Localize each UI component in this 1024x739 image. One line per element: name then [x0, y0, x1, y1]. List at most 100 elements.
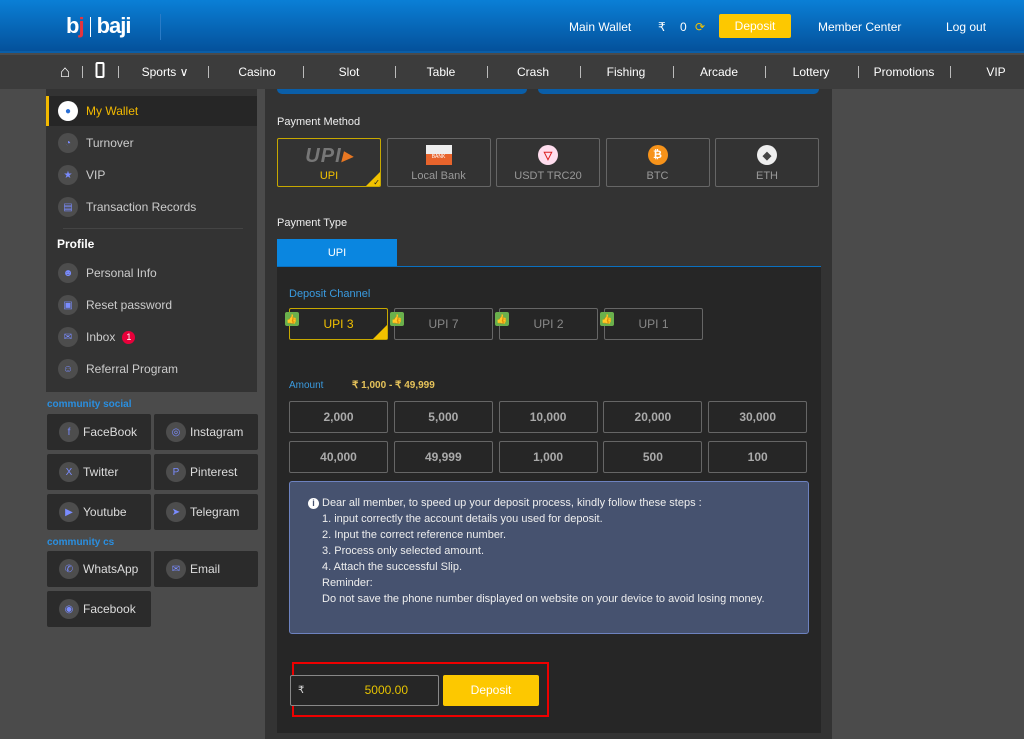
- payment-method-local-bank[interactable]: BANK Local Bank: [386, 138, 491, 187]
- sidebar-item-my-wallet[interactable]: ● My Wallet: [46, 96, 257, 126]
- nav-item-lottery[interactable]: Lottery: [793, 65, 830, 79]
- header-deposit-button[interactable]: Deposit: [719, 14, 791, 38]
- divider: [672, 66, 674, 78]
- mail-icon: ✉: [58, 327, 78, 347]
- sidebar-item-inbox[interactable]: ✉ Inbox 1: [46, 322, 257, 352]
- social-link-email[interactable]: ✉ Email: [154, 551, 258, 587]
- social-link-whatsapp[interactable]: ✆ WhatsApp: [47, 551, 151, 587]
- social-label: WhatsApp: [83, 562, 139, 576]
- sidebar-item-label: Turnover: [86, 136, 134, 150]
- social-link-twitter[interactable]: X Twitter: [47, 454, 151, 490]
- payment-method-usdt-trc20[interactable]: ▽ USDT TRC20: [496, 138, 600, 187]
- payment-method-label: ETH: [756, 170, 778, 182]
- amount-option[interactable]: 20,000: [603, 401, 703, 433]
- divider: [487, 66, 488, 78]
- amount-option[interactable]: 1,000: [498, 441, 598, 473]
- member-center-link[interactable]: Member Center: [818, 20, 901, 34]
- social-link-pinterest[interactable]: P Pinterest: [154, 454, 258, 490]
- social-link-youtube[interactable]: ▶ Youtube: [47, 494, 151, 530]
- nav-item-fishing[interactable]: Fishing: [607, 65, 646, 79]
- logout-link[interactable]: Log out: [946, 20, 986, 34]
- nav-item-slot[interactable]: Slot: [339, 65, 360, 79]
- nav-item-table[interactable]: Table: [427, 65, 456, 79]
- notice-line: Do not save the phone number displayed o…: [308, 591, 808, 607]
- user-icon: ☻: [58, 263, 78, 283]
- amount-option[interactable]: 2,000: [289, 401, 388, 433]
- social-link-telegram[interactable]: ➤ Telegram: [154, 494, 258, 530]
- channel-label: UPI 2: [533, 317, 564, 331]
- amount-option[interactable]: 10,000: [498, 401, 598, 433]
- amount-range: ₹ 1,000 - ₹ 49,999: [352, 380, 435, 391]
- ethereum-icon: ◆: [716, 143, 818, 167]
- notice-text: Do not save the phone number displayed o…: [322, 593, 765, 605]
- social-link-instagram[interactable]: ◎ Instagram: [154, 414, 258, 450]
- sidebar-item-referral-program[interactable]: ☺ Referral Program: [46, 354, 257, 384]
- amount-title: Amount: [289, 380, 324, 391]
- records-icon: ▤: [58, 197, 78, 217]
- instagram-icon: ◎: [166, 422, 186, 442]
- deposit-channel-upi3[interactable]: 👍 UPI 3: [285, 308, 388, 340]
- upi-bank-icon: BANK: [388, 143, 490, 167]
- baji-logo[interactable]: bj baji: [66, 13, 131, 39]
- amount-input[interactable]: ₹ 5000.00: [290, 675, 439, 706]
- payment-method-eth[interactable]: ◆ ETH: [715, 138, 819, 187]
- amount-option[interactable]: 49,999: [393, 441, 493, 473]
- tron-icon: ▽: [497, 143, 599, 167]
- notice-line: i Dear all member, to speed up your depos…: [308, 495, 808, 511]
- channel-label: UPI 3: [323, 317, 354, 331]
- divider: [857, 66, 859, 78]
- deposit-tab-bottom[interactable]: [277, 89, 527, 94]
- deposit-submit-button[interactable]: Deposit: [443, 675, 539, 706]
- nav-item-casino[interactable]: Casino: [238, 65, 275, 79]
- currency-symbol: ₹: [658, 20, 666, 34]
- payment-type-tab-upi[interactable]: UPI: [277, 239, 397, 267]
- nav-item-vip[interactable]: VIP: [986, 65, 1005, 79]
- nav-item-crash[interactable]: Crash: [517, 65, 549, 79]
- sidebar-item-vip[interactable]: ★ VIP: [46, 160, 257, 190]
- payment-method-label: BTC: [646, 170, 669, 182]
- social-link-facebook[interactable]: ◉ Facebook: [47, 591, 151, 627]
- nav-item-sports[interactable]: Sports ∨: [142, 65, 189, 79]
- pinterest-icon: P: [166, 462, 186, 482]
- payment-method-btc[interactable]: ₿ BTC: [605, 138, 710, 187]
- whatsapp-icon: ✆: [59, 559, 79, 579]
- social-link-facebook[interactable]: f FaceBook: [47, 414, 151, 450]
- payment-method-upi[interactable]: UPI▸ UPI: [277, 138, 381, 187]
- home-icon[interactable]: ⌂: [60, 62, 70, 82]
- mobile-icon[interactable]: [95, 62, 105, 78]
- deposit-channel-upi7[interactable]: 👍 UPI 7: [390, 308, 493, 340]
- social-label: Youtube: [83, 505, 127, 519]
- nav-item-promotions[interactable]: Promotions: [874, 65, 935, 79]
- social-label: Instagram: [190, 425, 244, 439]
- deposit-channel-upi1[interactable]: 👍 UPI 1: [600, 308, 703, 340]
- withdraw-tab-bottom[interactable]: [538, 89, 819, 94]
- sidebar-item-reset-password[interactable]: ▣ Reset password: [46, 290, 257, 320]
- sidebar-item-turnover[interactable]: ◔ Turnover: [46, 128, 257, 158]
- deposit-channel-upi2[interactable]: 👍 UPI 2: [495, 308, 598, 340]
- amount-option[interactable]: 100: [708, 441, 808, 473]
- payment-type-title: Payment Type: [277, 217, 348, 229]
- thumbs-up-icon: 👍: [495, 312, 509, 326]
- bitcoin-icon: ₿: [607, 143, 709, 167]
- notice-line: 2. Input the correct reference number.: [308, 527, 808, 543]
- amount-option[interactable]: 30,000: [708, 401, 808, 433]
- notice-line: 4. Attach the successful Slip.: [308, 559, 808, 575]
- refresh-icon[interactable]: ⟳: [695, 20, 705, 34]
- sidebar-item-personal-info[interactable]: ☻ Personal Info: [46, 258, 257, 288]
- deposit-notice: i Dear all member, to speed up your depos…: [289, 481, 809, 634]
- divider: [82, 66, 83, 78]
- selected-check-icon: [366, 172, 380, 186]
- nav-item-arcade[interactable]: Arcade: [700, 65, 738, 79]
- amount-option[interactable]: 5,000: [393, 401, 493, 433]
- info-icon: i: [308, 498, 319, 509]
- balance-value: 0: [680, 20, 687, 34]
- thumbs-up-icon: 👍: [600, 312, 614, 326]
- sidebar-item-transaction-records[interactable]: ▤ Transaction Records: [46, 192, 257, 222]
- divider: [579, 66, 581, 78]
- channel-label: UPI 7: [428, 317, 459, 331]
- amount-option[interactable]: 500: [603, 441, 703, 473]
- amount-option[interactable]: 40,000: [289, 441, 388, 473]
- amount-input-value: 5000.00: [364, 683, 408, 697]
- payment-method-label: UPI: [319, 170, 339, 182]
- payment-method-title: Payment Method: [277, 116, 361, 128]
